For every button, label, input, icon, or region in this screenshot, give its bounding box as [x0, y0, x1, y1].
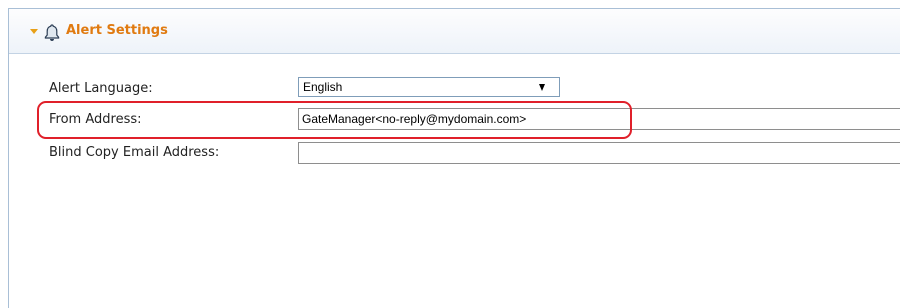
panel-header[interactable]: Alert Settings [9, 9, 900, 54]
alert-language-value: English [303, 80, 343, 94]
alert-language-select[interactable]: English [298, 77, 560, 97]
dropdown-arrow-icon[interactable] [539, 84, 545, 91]
from-address-field[interactable] [298, 108, 900, 130]
panel-title: Alert Settings [66, 23, 168, 38]
chevron-down-icon[interactable] [30, 29, 38, 34]
bell-icon [44, 24, 60, 41]
bcc-address-field[interactable] [298, 142, 900, 164]
alert-language-label: Alert Language: [49, 81, 153, 96]
from-address-label: From Address: [49, 112, 142, 127]
bcc-address-label: Blind Copy Email Address: [49, 145, 220, 160]
